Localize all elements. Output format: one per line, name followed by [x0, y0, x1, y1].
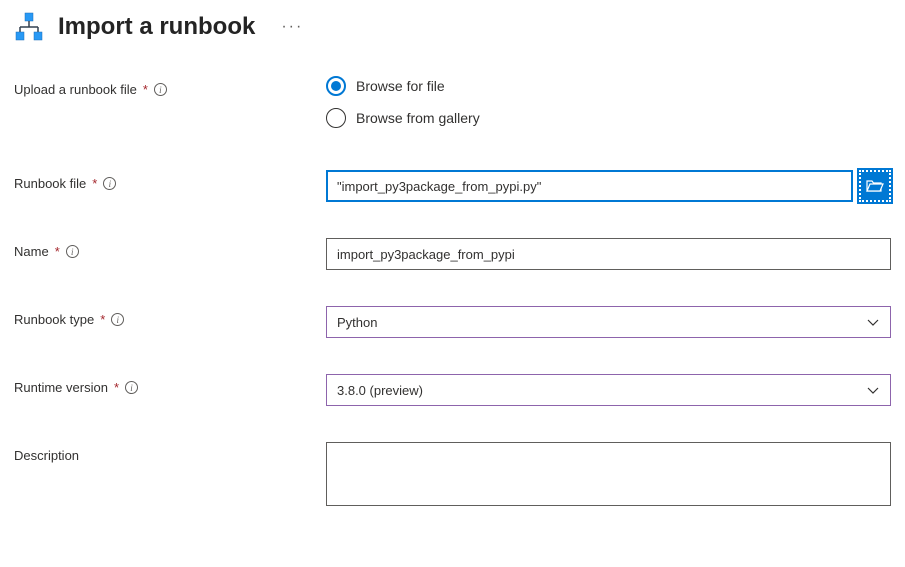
- row-runbook-file: Runbook file * i: [14, 170, 891, 202]
- row-name: Name * i: [14, 238, 891, 270]
- label-runbook-file: Runbook file * i: [14, 170, 326, 191]
- label-upload-text: Upload a runbook file: [14, 82, 137, 97]
- required-marker: *: [114, 380, 119, 395]
- label-runbook-type-text: Runbook type: [14, 312, 94, 327]
- label-runbook-type: Runbook type * i: [14, 306, 326, 327]
- label-name: Name * i: [14, 238, 326, 259]
- radio-browse-gallery-label: Browse from gallery: [356, 110, 480, 126]
- runbook-tree-icon: [14, 12, 44, 42]
- radio-circle-icon: [326, 76, 346, 96]
- label-upload: Upload a runbook file * i: [14, 76, 326, 97]
- info-icon[interactable]: i: [125, 381, 138, 394]
- more-actions-button[interactable]: ···: [273, 14, 311, 40]
- row-runbook-type: Runbook type * i Python: [14, 306, 891, 338]
- radio-browse-file[interactable]: Browse for file: [326, 76, 480, 96]
- description-textarea[interactable]: [326, 442, 891, 506]
- label-name-text: Name: [14, 244, 49, 259]
- chevron-down-icon: [866, 383, 880, 397]
- required-marker: *: [55, 244, 60, 259]
- row-upload-source: Upload a runbook file * i Browse for fil…: [14, 76, 891, 128]
- import-form: Upload a runbook file * i Browse for fil…: [14, 76, 891, 506]
- runbook-type-value: Python: [337, 315, 377, 330]
- page-header: Import a runbook ···: [14, 12, 891, 42]
- chevron-down-icon: [866, 315, 880, 329]
- label-runtime-version-text: Runtime version: [14, 380, 108, 395]
- row-runtime-version: Runtime version * i 3.8.0 (preview): [14, 374, 891, 406]
- page-title: Import a runbook: [58, 13, 255, 42]
- runtime-version-value: 3.8.0 (preview): [337, 383, 423, 398]
- radio-browse-file-label: Browse for file: [356, 78, 445, 94]
- label-runtime-version: Runtime version * i: [14, 374, 326, 395]
- folder-open-icon: [866, 178, 884, 195]
- label-runbook-file-text: Runbook file: [14, 176, 86, 191]
- browse-file-button[interactable]: [859, 170, 891, 202]
- name-input[interactable]: [326, 238, 891, 270]
- required-marker: *: [100, 312, 105, 327]
- label-description: Description: [14, 442, 326, 463]
- label-description-text: Description: [14, 448, 79, 463]
- radio-circle-icon: [326, 108, 346, 128]
- row-description: Description: [14, 442, 891, 506]
- info-icon[interactable]: i: [103, 177, 116, 190]
- required-marker: *: [143, 82, 148, 97]
- info-icon[interactable]: i: [66, 245, 79, 258]
- info-icon[interactable]: i: [111, 313, 124, 326]
- radio-browse-gallery[interactable]: Browse from gallery: [326, 108, 480, 128]
- required-marker: *: [92, 176, 97, 191]
- runbook-file-input[interactable]: [326, 170, 853, 202]
- runtime-version-select[interactable]: 3.8.0 (preview): [326, 374, 891, 406]
- info-icon[interactable]: i: [154, 83, 167, 96]
- upload-source-radio-group: Browse for file Browse from gallery: [326, 76, 480, 128]
- runbook-type-select[interactable]: Python: [326, 306, 891, 338]
